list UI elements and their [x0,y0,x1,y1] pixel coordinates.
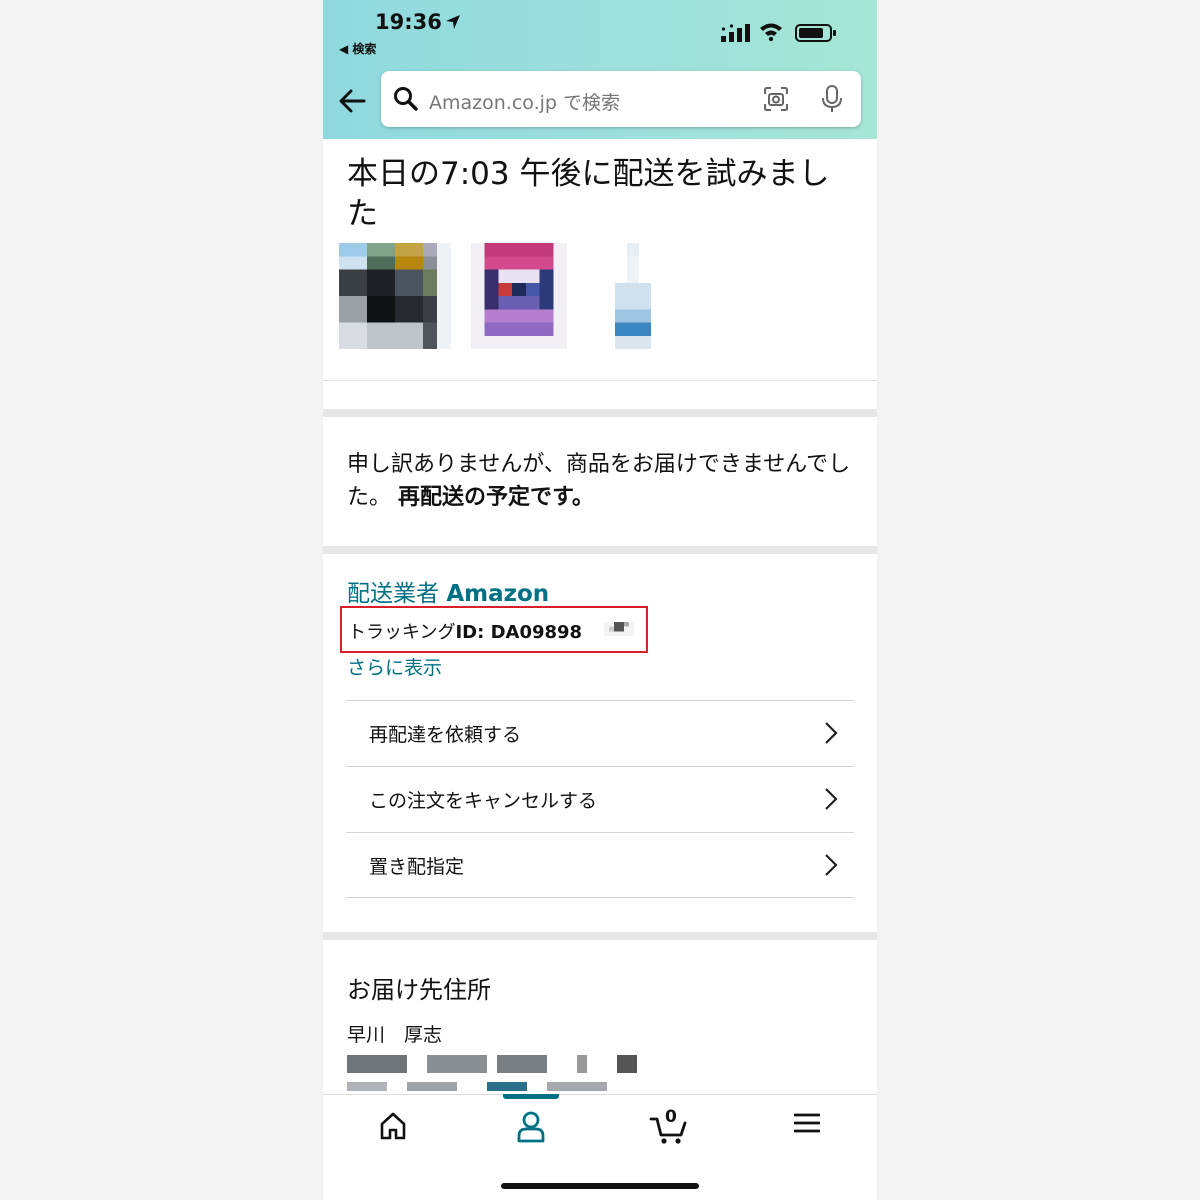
search-input[interactable]: Amazon.co.jp で検索 [381,71,861,127]
menu-icon[interactable] [794,1111,820,1135]
action-label: この注文をキャンセルする [369,790,598,812]
search-placeholder: Amazon.co.jp で検索 [429,92,620,114]
carrier-name: Amazon [446,581,550,607]
section-divider [323,932,877,940]
tracking-number: ID: DA09898 [455,622,583,643]
action-label: 再配達を依頼する [369,724,522,746]
section-divider [323,546,877,554]
signal-icon [721,24,750,42]
account-icon[interactable] [516,1111,546,1143]
tracking-id: トラッキングID: DA09898 [348,618,582,644]
cart-count-badge: 0 [665,1107,677,1127]
mic-icon[interactable] [821,84,843,114]
carrier-label: 配送業者 [347,581,439,607]
section-divider [323,409,877,417]
cancel-order-row[interactable]: この注文をキャンセルする [346,766,854,832]
battery-icon [795,24,836,42]
redacted-tracking-digits [604,622,634,636]
search-icon [394,87,418,111]
recipient-name: 早川 厚志 [347,1024,443,1046]
status-time: 19:36 [375,10,442,34]
product-image[interactable] [615,243,651,349]
redelivery-scheduled-text: 再配送の予定です。 [398,485,594,510]
tracking-label: トラッキング [348,622,456,643]
shipping-address-title: お届け先住所 [347,976,491,1004]
action-label: 置き配指定 [369,856,465,878]
action-list: 再配達を依頼する この注文をキャンセルする 置き配指定 [346,700,854,898]
camera-icon[interactable] [762,85,790,113]
request-redelivery-row[interactable]: 再配達を依頼する [346,700,854,766]
show-more-link[interactable]: さらに表示 [347,653,442,680]
location-arrow-icon [446,15,460,29]
chevron-right-icon [825,722,838,744]
delivery-attempt-title: 本日の7:03 午後に配送を試みました [347,156,830,232]
back-to-app-link[interactable]: ◀ 検索 [339,40,376,57]
redacted-address [347,1055,637,1091]
header: 19:36 ◀ 検索 Amazon.co.jp で検索 [323,0,877,139]
home-icon[interactable] [379,1111,407,1141]
safe-place-delivery-row[interactable]: 置き配指定 [346,832,854,898]
product-image[interactable] [339,243,451,349]
phone-screen: 19:36 ◀ 検索 Amazon.co.jp で検索 本日の7:03 午後に配… [323,0,877,1200]
tracking-highlight-box: トラッキングID: DA09898 [340,606,648,653]
chevron-right-icon [825,854,838,876]
divider [323,380,877,381]
back-arrow-icon[interactable] [337,86,367,116]
bottom-tab-bar: 0 [323,1094,877,1200]
active-tab-indicator [503,1094,559,1099]
undelivered-message: 申し訳ありませんが、商品をお届けできませんでした。 再配送の予定です。 [347,448,857,514]
home-indicator [501,1183,699,1189]
product-image[interactable] [471,243,567,349]
chevron-right-icon [825,788,838,810]
carrier-line: 配送業者 Amazon [347,574,549,608]
wifi-icon [760,23,782,41]
